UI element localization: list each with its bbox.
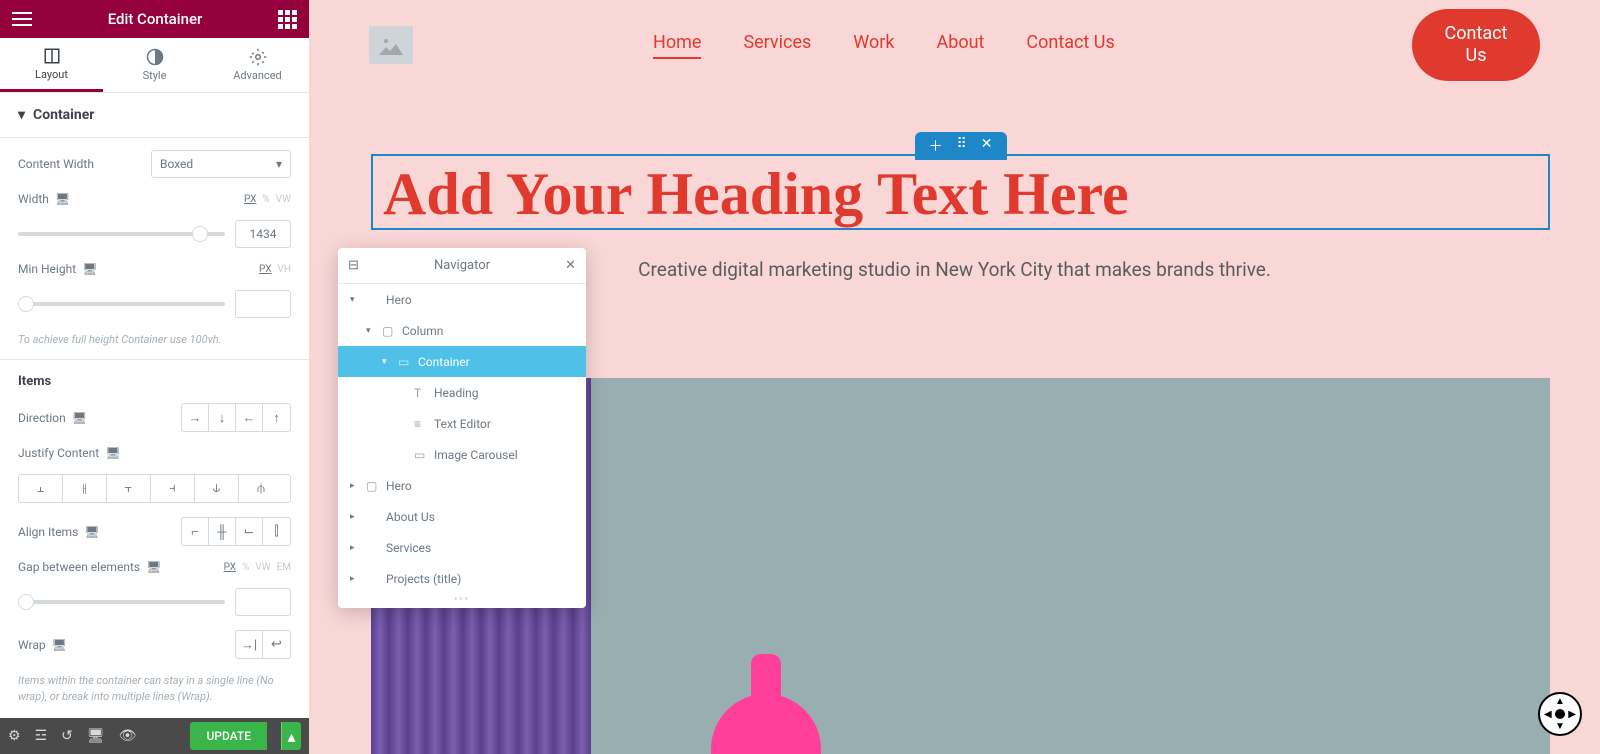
direction-group[interactable]: →↓←↑ xyxy=(181,403,291,432)
nav-about[interactable]: About xyxy=(936,32,984,59)
panel-title: Edit Container xyxy=(108,10,203,28)
align-label: Align Items xyxy=(18,525,78,539)
desktop-icon[interactable]: 🖥 xyxy=(72,411,87,425)
navigator-item[interactable]: THeading xyxy=(338,377,586,408)
navigator-header[interactable]: ⊟ Navigator ✕ xyxy=(338,248,586,284)
tab-layout[interactable]: Layout xyxy=(0,38,103,92)
direction-label: Direction xyxy=(18,411,66,425)
navigator-tree[interactable]: ▾Hero▾▢Column▾▭ContainerTHeading≡Text Ed… xyxy=(338,284,586,594)
collapse-icon[interactable]: ⊟ xyxy=(348,258,359,273)
desktop-icon[interactable]: 🖥 xyxy=(105,446,120,460)
drag-icon[interactable]: ⠿ xyxy=(957,136,967,156)
history-icon[interactable]: ↺ xyxy=(61,728,73,744)
height-hint: To achieve full height Container use 100… xyxy=(18,332,291,347)
nav-services[interactable]: Services xyxy=(743,32,811,59)
nav-contact[interactable]: Contact Us xyxy=(1026,32,1114,59)
nav-work[interactable]: Work xyxy=(853,32,894,59)
desktop-icon[interactable]: 🖥 xyxy=(55,192,70,206)
sidebar-footer: ⚙ ☲ ↺ 🖥 👁 UPDATE ▴ xyxy=(0,718,309,754)
navigator-item[interactable]: ▸Projects (title) xyxy=(338,563,586,594)
width-slider[interactable] xyxy=(18,232,225,236)
width-input[interactable] xyxy=(235,220,291,248)
desktop-icon[interactable]: 🖥 xyxy=(52,638,67,652)
gap-input[interactable] xyxy=(235,588,291,616)
resize-handle[interactable]: ••• xyxy=(338,594,586,608)
controls-scroll: Content Width Boxed▾ Width 🖥 PX%VW Min He… xyxy=(0,138,309,718)
update-caret[interactable]: ▴ xyxy=(281,722,301,750)
widgets-icon[interactable] xyxy=(278,10,297,29)
editor-sidebar: Edit Container Layout Style Advanced ▾Co… xyxy=(0,0,309,754)
cta-button[interactable]: Contact Us xyxy=(1412,9,1540,80)
logo-placeholder[interactable] xyxy=(369,26,413,64)
content-width-select[interactable]: Boxed▾ xyxy=(151,150,291,178)
site-nav: Home Services Work About Contact Us xyxy=(653,32,1115,59)
gap-units[interactable]: PX%VWEM xyxy=(224,562,291,573)
navigator-panel: ⊟ Navigator ✕ ▾Hero▾▢Column▾▭ContainerTH… xyxy=(338,248,586,608)
tab-advanced[interactable]: Advanced xyxy=(206,38,309,92)
items-title: Items xyxy=(18,374,291,389)
justify-label: Justify Content xyxy=(18,446,99,460)
content-width-label: Content Width xyxy=(18,157,94,171)
navigator-item[interactable]: ≡Text Editor xyxy=(338,408,586,439)
site-header: Home Services Work About Contact Us Cont… xyxy=(309,0,1600,90)
tab-style[interactable]: Style xyxy=(103,38,206,92)
close-icon[interactable]: ✕ xyxy=(981,136,993,156)
navigator-item[interactable]: ▾Hero xyxy=(338,284,586,315)
preview-icon[interactable]: 👁 xyxy=(119,728,137,744)
selected-container[interactable]: ＋ ⠿ ✕ Add Your Heading Text Here xyxy=(371,154,1550,230)
min-height-slider[interactable] xyxy=(18,302,225,306)
element-handle: ＋ ⠿ ✕ xyxy=(915,132,1007,160)
desktop-icon[interactable]: 🖥 xyxy=(146,560,161,574)
navigator-item[interactable]: ▾▭Container xyxy=(338,346,586,377)
section-container[interactable]: ▾Container xyxy=(0,93,309,138)
settings-icon[interactable]: ⚙ xyxy=(8,728,21,744)
justify-group[interactable]: ⫠⫲⫟⫞⫝⫛ xyxy=(18,474,291,503)
min-height-label: Min Height xyxy=(18,262,76,276)
responsive-icon[interactable]: 🖥 xyxy=(87,728,105,744)
drag-mode-button[interactable]: ▲▼◀▶ xyxy=(1538,692,1582,736)
gap-label: Gap between elements xyxy=(18,560,140,574)
navigator-item[interactable]: ▭Image Carousel xyxy=(338,439,586,470)
add-icon[interactable]: ＋ xyxy=(929,136,943,156)
navigator-item[interactable]: ▸About Us xyxy=(338,501,586,532)
gap-slider[interactable] xyxy=(18,600,225,604)
chevron-down-icon: ▾ xyxy=(276,157,282,171)
nav-home[interactable]: Home xyxy=(653,32,701,59)
wrap-hint: Items within the container can stay in a… xyxy=(18,673,291,704)
update-button[interactable]: UPDATE xyxy=(190,722,267,750)
width-units[interactable]: PX%VW xyxy=(244,194,291,205)
sidebar-header: Edit Container xyxy=(0,0,309,38)
navigator-item[interactable]: ▾▢Column xyxy=(338,315,586,346)
min-height-input[interactable] xyxy=(235,290,291,318)
align-group[interactable]: ⌐╫⌙⫿ xyxy=(181,517,291,546)
desktop-icon[interactable]: 🖥 xyxy=(84,525,99,539)
navigator-item[interactable]: ▸▢Hero xyxy=(338,470,586,501)
height-units[interactable]: PXVH xyxy=(259,264,291,275)
heading-widget[interactable]: Add Your Heading Text Here xyxy=(373,156,1548,232)
navigator-title: Navigator xyxy=(434,258,490,273)
menu-icon[interactable] xyxy=(12,12,32,26)
width-label: Width xyxy=(18,192,49,206)
close-icon[interactable]: ✕ xyxy=(565,258,576,273)
wrap-label: Wrap xyxy=(18,638,46,652)
navigator-item[interactable]: ▸Services xyxy=(338,532,586,563)
panel-tabs: Layout Style Advanced xyxy=(0,38,309,93)
navigator-icon[interactable]: ☲ xyxy=(35,728,48,744)
wrap-group[interactable]: →|↩ xyxy=(235,630,291,659)
desktop-icon[interactable]: 🖥 xyxy=(82,262,97,276)
chevron-down-icon: ▾ xyxy=(18,107,25,123)
vase-graphic xyxy=(711,654,821,754)
